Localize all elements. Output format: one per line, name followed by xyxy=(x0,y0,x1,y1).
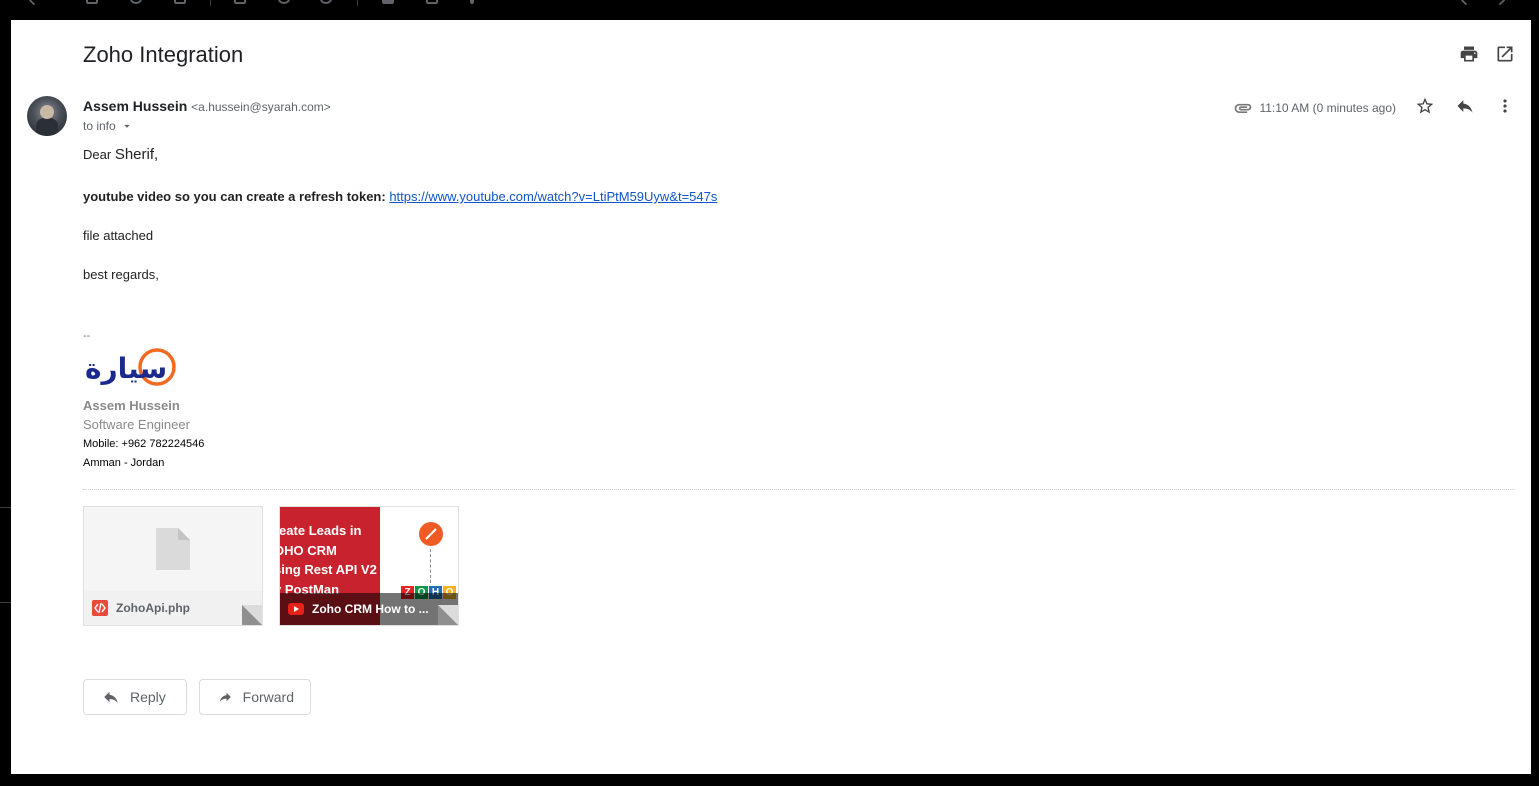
move-to-icon[interactable] xyxy=(382,0,394,4)
star-button[interactable] xyxy=(1413,94,1437,118)
mark-unread-icon[interactable] xyxy=(234,0,246,4)
closing: best regards, xyxy=(83,267,159,282)
report-spam-icon[interactable] xyxy=(130,0,142,4)
sender-email: <a.hussein@syarah.com> xyxy=(191,100,331,114)
youtube-icon xyxy=(288,603,304,615)
postman-icon xyxy=(419,522,443,546)
message-meta: 11:10 AM (0 minutes ago) xyxy=(1233,98,1396,118)
email-subject: Zoho Integration xyxy=(83,42,244,67)
recipient-details[interactable]: to info xyxy=(83,119,134,133)
signature-name: Assem Hussein xyxy=(83,398,180,413)
reply-icon xyxy=(1457,100,1473,113)
video-line: youtube video so you can create a refres… xyxy=(83,189,1503,204)
delete-icon[interactable] xyxy=(174,0,186,4)
greeting: Dear Sherif, xyxy=(83,146,1503,163)
message-time: 11:10 AM (0 minutes ago) xyxy=(1259,101,1396,115)
reply-icon xyxy=(104,691,118,703)
toolbar-divider xyxy=(210,0,211,6)
print-icon xyxy=(1460,46,1478,62)
top-toolbar xyxy=(0,0,1539,20)
attachment-youtube[interactable]: reate Leads in OHO CRM sing Rest API V2 … xyxy=(279,506,459,626)
reply-icon-button[interactable] xyxy=(1453,94,1477,118)
thumb-line: OHO CRM xyxy=(279,542,337,558)
attachment-name: Zoho CRM How to ... xyxy=(312,602,429,616)
video-link[interactable]: https://www.youtube.com/watch?v=LtiPtM59… xyxy=(389,189,717,204)
more-vert-icon xyxy=(1503,99,1507,113)
forward-icon xyxy=(219,692,231,702)
attachment-zohoapi[interactable]: ZohoApi.php xyxy=(83,506,263,626)
attachment-preview xyxy=(84,507,262,591)
signature-dash: -- xyxy=(83,330,91,342)
more-toolbar-icon[interactable] xyxy=(470,0,474,4)
page-fold xyxy=(438,605,458,625)
reply-label: Reply xyxy=(130,689,166,705)
left-edge-line xyxy=(0,602,11,603)
recipient-label: to info xyxy=(83,119,116,133)
thumb-line: sing Rest API V2 xyxy=(279,562,377,577)
code-file-icon xyxy=(92,600,108,616)
attachment-name: ZohoApi.php xyxy=(116,601,190,615)
video-label: youtube video so you can create a refres… xyxy=(83,189,386,204)
generic-file-icon xyxy=(156,528,190,570)
caret-down-icon[interactable] xyxy=(120,119,134,133)
syarah-logo: سيارة xyxy=(85,348,176,386)
toolbar-divider xyxy=(357,0,358,6)
logo-text: سيارة xyxy=(85,352,167,385)
message-body: Dear Sherif, youtube video so you can cr… xyxy=(83,146,1503,282)
sender-line: Assem Hussein <a.hussein@syarah.com> xyxy=(83,98,331,114)
open-new-window-button[interactable] xyxy=(1493,42,1517,66)
greeting-name: Sherif, xyxy=(114,146,159,163)
left-edge-line xyxy=(0,507,11,508)
older-icon[interactable] xyxy=(1494,0,1506,6)
thumb-dash-line xyxy=(430,549,431,583)
signature-location: Amman - Jordan xyxy=(83,457,165,469)
star-outline-icon xyxy=(1416,97,1434,114)
page-fold xyxy=(242,605,262,625)
reply-button[interactable]: Reply xyxy=(83,679,187,715)
email-panel: Zoho Integration Assem Hussein <a.hussei… xyxy=(11,20,1531,774)
greeting-prefix: Dear xyxy=(83,147,112,162)
forward-label: Forward xyxy=(242,689,294,705)
attachment-footer: ZohoApi.php xyxy=(84,591,262,625)
snooze-icon[interactable] xyxy=(278,0,290,4)
print-all-button[interactable] xyxy=(1457,42,1481,66)
attachment-footer: Zoho CRM How to ... xyxy=(280,593,458,625)
signature-title: Software Engineer xyxy=(83,417,190,432)
attachments-divider xyxy=(83,489,1515,490)
archive-icon[interactable] xyxy=(86,0,98,4)
back-icon[interactable] xyxy=(28,0,40,6)
thumb-line: reate Leads in xyxy=(279,523,362,538)
add-to-tasks-icon[interactable] xyxy=(320,0,332,4)
sender-avatar[interactable] xyxy=(27,96,67,136)
newer-icon[interactable] xyxy=(1460,0,1472,6)
signature-mobile: Mobile: +962 782224546 xyxy=(83,438,205,450)
attachment-icon xyxy=(1235,103,1252,113)
forward-button[interactable]: Forward xyxy=(199,679,311,715)
open-in-new-icon xyxy=(1497,46,1513,62)
file-note: file attached xyxy=(83,228,154,243)
sender-name[interactable]: Assem Hussein xyxy=(83,98,187,114)
more-options-button[interactable] xyxy=(1493,94,1517,118)
label-icon[interactable] xyxy=(426,0,438,4)
